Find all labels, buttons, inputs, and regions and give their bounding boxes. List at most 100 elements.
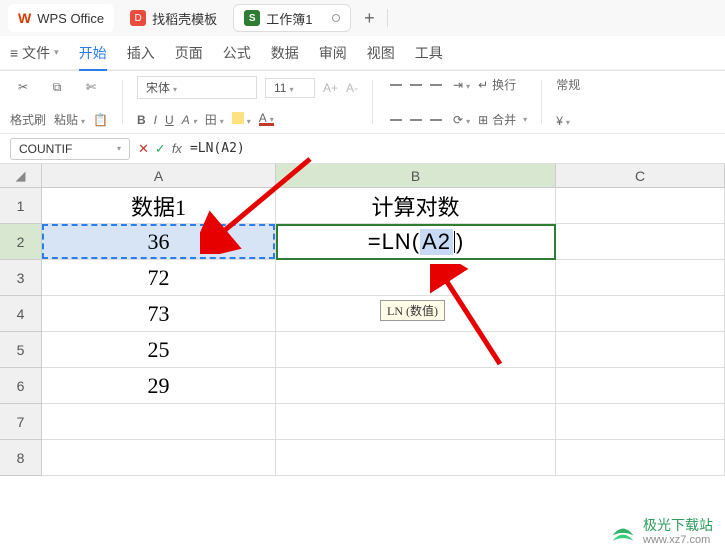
align-right-button[interactable] bbox=[427, 113, 445, 127]
tab-workbook[interactable]: S 工作簿1 bbox=[233, 4, 351, 32]
app-name-label: WPS Office bbox=[37, 11, 104, 26]
row-header-2[interactable]: 2 bbox=[0, 224, 42, 260]
add-tab-button[interactable]: + bbox=[357, 8, 381, 29]
number-format-select[interactable]: 常规 bbox=[556, 76, 580, 93]
rotation-button[interactable]: ⟳ bbox=[453, 113, 470, 127]
ribbon-separator bbox=[122, 80, 123, 124]
strikethrough-button[interactable]: A bbox=[182, 113, 197, 127]
font-family-select[interactable]: 宋体 bbox=[137, 76, 257, 99]
align-center-button[interactable] bbox=[407, 113, 425, 127]
row-1: 1 数据1 计算对数 bbox=[0, 188, 725, 224]
cell-c8[interactable] bbox=[556, 440, 725, 476]
cell-a6[interactable]: 29 bbox=[42, 368, 276, 404]
row-header-7[interactable]: 7 bbox=[0, 404, 42, 440]
align-left-button[interactable] bbox=[387, 113, 405, 127]
cell-a7[interactable] bbox=[42, 404, 276, 440]
align-top-left-button[interactable] bbox=[387, 78, 405, 92]
cell-c3[interactable] bbox=[556, 260, 725, 296]
bold-button[interactable]: B bbox=[137, 113, 146, 127]
clipboard-icon[interactable]: 📋 bbox=[93, 113, 108, 127]
cell-a3[interactable]: 72 bbox=[42, 260, 276, 296]
currency-button[interactable]: ¥ bbox=[556, 114, 570, 128]
indent-button[interactable]: ⇥ bbox=[453, 78, 470, 92]
cell-b1[interactable]: 计算对数 bbox=[276, 188, 556, 224]
italic-button[interactable]: I bbox=[154, 113, 157, 127]
divider bbox=[387, 9, 388, 27]
row-header-1[interactable]: 1 bbox=[0, 188, 42, 224]
fx-button[interactable]: fx bbox=[172, 141, 182, 156]
font-size-select[interactable]: 11 bbox=[265, 78, 315, 98]
cell-a2[interactable]: 36 bbox=[42, 224, 276, 260]
cell-c2[interactable] bbox=[556, 224, 725, 260]
name-box-value: COUNTIF bbox=[19, 142, 72, 156]
menu-start[interactable]: 开始 bbox=[79, 43, 107, 63]
menu-formula[interactable]: 公式 bbox=[223, 43, 251, 63]
row-7: 7 bbox=[0, 404, 725, 440]
fill-color-button[interactable] bbox=[232, 112, 251, 127]
ribbon-separator bbox=[372, 80, 373, 124]
ribbon-align-group: ⇥ ↵换行 ⟳ ⊞合并 bbox=[387, 76, 527, 128]
row-header-4[interactable]: 4 bbox=[0, 296, 42, 332]
cancel-formula-button[interactable]: ✕ bbox=[138, 141, 149, 157]
cell-a8[interactable] bbox=[42, 440, 276, 476]
wrap-text-button[interactable]: ↵换行 bbox=[478, 76, 516, 93]
cell-b5[interactable] bbox=[276, 332, 556, 368]
cell-a1[interactable]: 数据1 bbox=[42, 188, 276, 224]
format-painter-icon[interactable]: ✂ bbox=[10, 76, 36, 98]
row-header-6[interactable]: 6 bbox=[0, 368, 42, 404]
menu-insert[interactable]: 插入 bbox=[127, 43, 155, 63]
name-box[interactable]: COUNTIF ▾ bbox=[10, 138, 130, 160]
row-header-5[interactable]: 5 bbox=[0, 332, 42, 368]
title-bar: W WPS Office D 找稻壳模板 S 工作簿1 + bbox=[0, 0, 725, 36]
column-header-a[interactable]: A bbox=[42, 164, 276, 187]
menu-tools[interactable]: 工具 bbox=[415, 43, 443, 63]
increase-font-button[interactable]: A+ bbox=[323, 81, 338, 95]
cell-b2[interactable]: =LN(A2) bbox=[276, 224, 556, 260]
cell-a5[interactable]: 25 bbox=[42, 332, 276, 368]
wps-logo-icon: W bbox=[18, 10, 31, 26]
border-button[interactable]: 田 bbox=[205, 111, 224, 128]
menu-view[interactable]: 视图 bbox=[367, 43, 395, 63]
tab-templates[interactable]: D 找稻壳模板 bbox=[120, 4, 227, 32]
row-header-3[interactable]: 3 bbox=[0, 260, 42, 296]
tab-workbook-label: 工作簿1 bbox=[266, 9, 312, 28]
cell-b3[interactable] bbox=[276, 260, 556, 296]
cell-b6[interactable] bbox=[276, 368, 556, 404]
menu-data[interactable]: 数据 bbox=[271, 43, 299, 63]
align-top-right-button[interactable] bbox=[427, 78, 445, 92]
cell-c6[interactable] bbox=[556, 368, 725, 404]
hamburger-icon: ≡ bbox=[10, 45, 18, 61]
format-painter-label[interactable]: 格式刷 bbox=[10, 111, 46, 128]
align-top-center-button[interactable] bbox=[407, 78, 425, 92]
row-8: 8 bbox=[0, 440, 725, 476]
row-header-8[interactable]: 8 bbox=[0, 440, 42, 476]
cell-b8[interactable] bbox=[276, 440, 556, 476]
confirm-formula-button[interactable]: ✓ bbox=[155, 141, 166, 157]
watermark: 极光下载站 www.xz7.com bbox=[609, 518, 713, 546]
font-color-button[interactable]: A bbox=[259, 113, 274, 127]
formula-tooltip: LN (数值) bbox=[380, 300, 445, 321]
decrease-font-button[interactable]: A- bbox=[346, 81, 358, 95]
menu-file[interactable]: ≡ 文件 ▾ bbox=[10, 43, 59, 63]
paste-button[interactable]: 粘贴 bbox=[54, 111, 85, 128]
cell-c7[interactable] bbox=[556, 404, 725, 440]
tab-modified-indicator-icon bbox=[332, 14, 340, 22]
menu-review[interactable]: 审阅 bbox=[319, 43, 347, 63]
cell-b7[interactable] bbox=[276, 404, 556, 440]
cell-b2-suffix: ) bbox=[456, 229, 464, 255]
menu-page[interactable]: 页面 bbox=[175, 43, 203, 63]
cell-c4[interactable] bbox=[556, 296, 725, 332]
select-all-corner[interactable]: ◢ bbox=[0, 164, 42, 187]
tab-app[interactable]: W WPS Office bbox=[8, 4, 114, 32]
formula-input[interactable]: =LN(A2) bbox=[190, 141, 245, 156]
cell-a4[interactable]: 73 bbox=[42, 296, 276, 332]
cut-icon[interactable]: ✄ bbox=[78, 76, 104, 98]
aurora-logo-icon bbox=[609, 518, 637, 546]
merge-cells-button[interactable]: ⊞合并 bbox=[478, 111, 527, 128]
column-header-b[interactable]: B bbox=[276, 164, 556, 187]
column-header-c[interactable]: C bbox=[556, 164, 725, 187]
copy-icon[interactable]: ⧉ bbox=[44, 76, 70, 98]
underline-button[interactable]: U bbox=[165, 113, 174, 127]
cell-c1[interactable] bbox=[556, 188, 725, 224]
cell-c5[interactable] bbox=[556, 332, 725, 368]
